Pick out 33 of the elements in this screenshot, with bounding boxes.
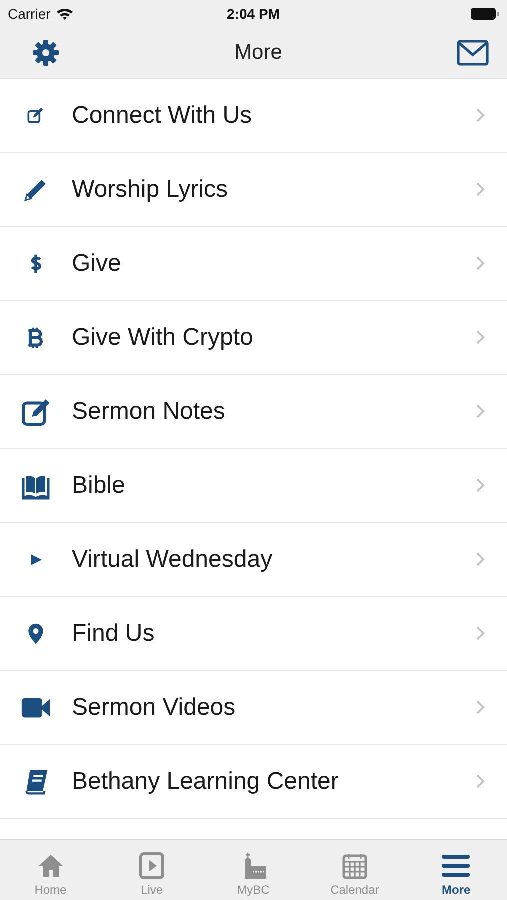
menu-item[interactable]: Bethany Learning Center bbox=[0, 745, 507, 819]
chevron-icon bbox=[476, 626, 485, 641]
chevron-icon bbox=[476, 256, 485, 271]
calendar-icon bbox=[340, 852, 369, 880]
carrier-label: Carrier bbox=[8, 6, 51, 22]
menu-item[interactable]: Sermon Videos bbox=[0, 671, 507, 745]
tab-item[interactable]: More bbox=[406, 840, 507, 900]
menu-item[interactable]: Find Us bbox=[0, 597, 507, 671]
battery-icon bbox=[471, 8, 499, 20]
chevron-icon bbox=[476, 700, 485, 715]
menu-item[interactable]: Give With Crypto bbox=[0, 301, 507, 375]
menu-item[interactable]: Connect With Us bbox=[0, 79, 507, 153]
home-icon bbox=[36, 852, 65, 880]
screen-title: More bbox=[234, 41, 282, 65]
chevron-icon bbox=[476, 774, 485, 789]
status-time: 2:04 PM bbox=[227, 6, 280, 22]
menu-item[interactable]: Sermon Notes bbox=[0, 375, 507, 449]
menu-icon bbox=[442, 852, 470, 880]
menu-item[interactable]: Virtual Wednesday bbox=[0, 523, 507, 597]
menu-item[interactable]: Worship Lyrics bbox=[0, 153, 507, 227]
settings-icon[interactable] bbox=[32, 39, 60, 67]
edit-icon bbox=[21, 396, 51, 426]
chevron-icon bbox=[476, 552, 485, 567]
menu-item[interactable]: Give bbox=[0, 227, 507, 301]
chevron-icon bbox=[476, 478, 485, 493]
chevron-icon bbox=[476, 330, 485, 345]
chevron-icon bbox=[476, 108, 485, 123]
wifi-icon bbox=[56, 7, 74, 21]
menu-item[interactable]: Bible bbox=[0, 449, 507, 523]
play-icon bbox=[138, 852, 166, 880]
mail-icon[interactable] bbox=[456, 40, 489, 66]
chevron-icon bbox=[476, 404, 485, 419]
chevron-icon bbox=[476, 182, 485, 197]
